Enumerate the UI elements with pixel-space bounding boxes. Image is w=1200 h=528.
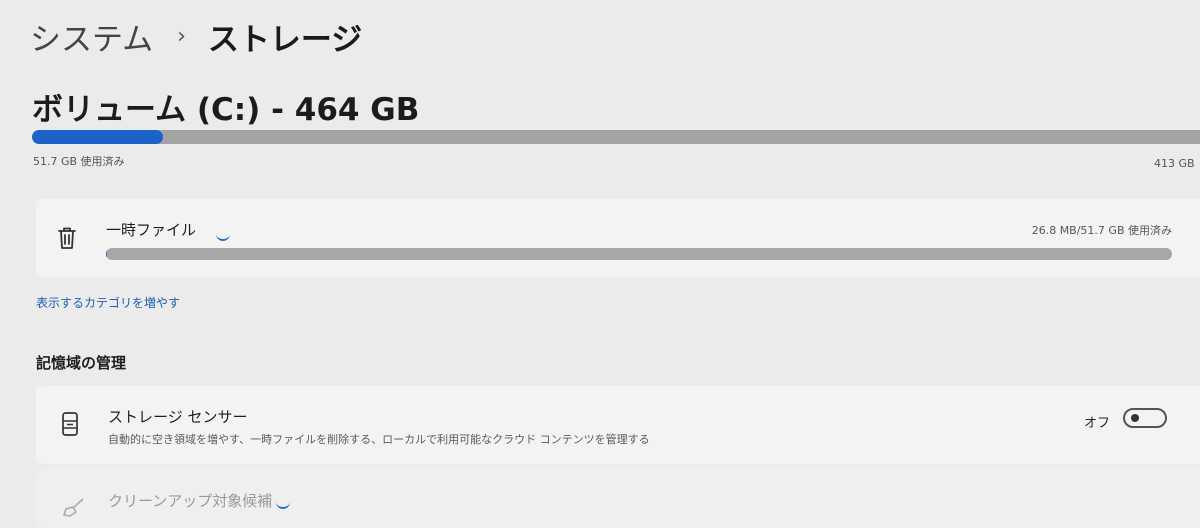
cleanup-title: クリーンアップ対象候補	[108, 492, 273, 510]
breadcrumb-parent-system[interactable]: システム	[30, 14, 153, 59]
volume-title: ボリューム (C:) - 464 GB	[32, 92, 420, 128]
category-usage-bar	[106, 248, 1172, 260]
storage-sense-description: 自動的に空き領域を増やす、一時ファイルを削除する、ローカルで利用可能なクラウド …	[108, 433, 650, 446]
volume-free-label: 413 GB	[1154, 157, 1195, 170]
category-usage-text: 26.8 MB/51.7 GB 使用済み	[1031, 224, 1172, 237]
category-label: 一時ファイル	[106, 221, 197, 239]
storage-sense-toggle[interactable]	[1123, 408, 1167, 428]
breadcrumb: システム › ストレージ	[30, 14, 362, 59]
category-temp-files[interactable]: 一時ファイル 26.8 MB/51.7 GB 使用済み ›	[36, 199, 1200, 277]
storage-sense-title: ストレージ センサー	[108, 408, 248, 426]
volume-usage-fill	[32, 130, 163, 144]
page-title: ストレージ	[207, 22, 363, 58]
storage-sense-icon	[60, 410, 80, 438]
breadcrumb-separator-icon: ›	[177, 24, 186, 49]
storage-sense-row[interactable]: ストレージ センサー 自動的に空き領域を増やす、一時ファイルを削除する、ローカル…	[36, 386, 1200, 464]
toggle-knob	[1131, 414, 1139, 422]
show-more-categories-link[interactable]: 表示するカテゴリを増やす	[36, 294, 180, 311]
category-usage-fill	[106, 248, 107, 260]
cleanup-recommendations-row[interactable]: クリーンアップ対象候補 ›	[36, 468, 1200, 528]
loading-spinner-icon	[276, 501, 290, 509]
storage-management-heading: 記憶域の管理	[36, 354, 127, 372]
loading-spinner-icon	[216, 233, 230, 241]
volume-used-label: 51.7 GB 使用済み	[33, 155, 125, 168]
storage-sense-toggle-label: オフ	[1084, 416, 1111, 431]
volume-usage-bar	[32, 130, 1200, 144]
trash-icon	[56, 225, 78, 251]
